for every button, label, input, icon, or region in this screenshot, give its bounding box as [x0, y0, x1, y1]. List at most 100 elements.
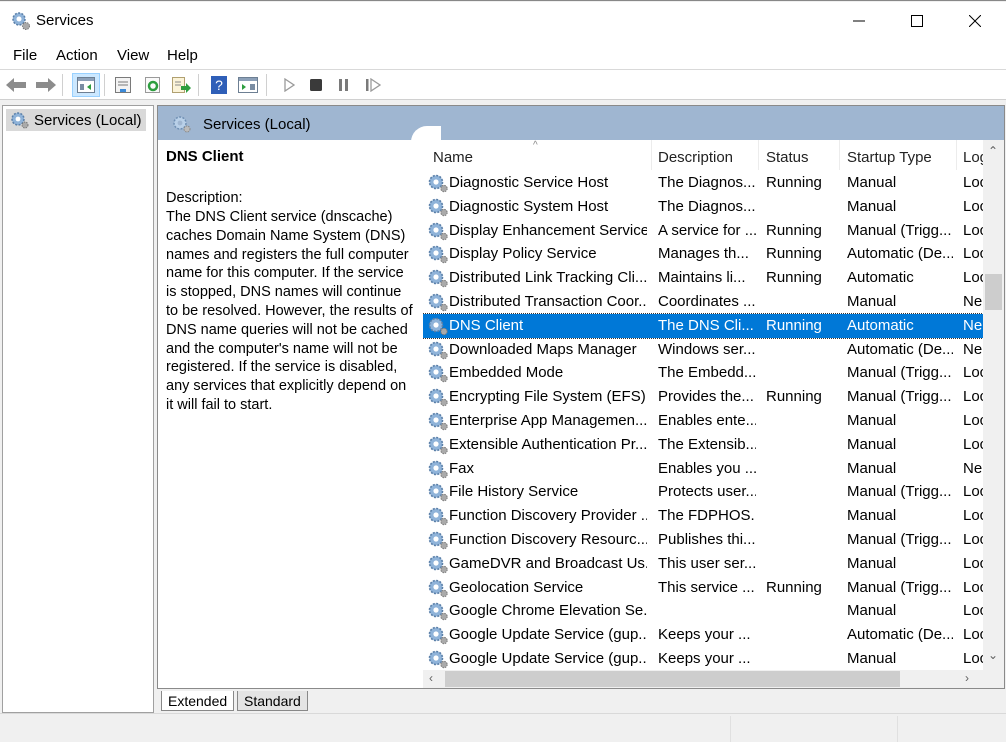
column-header-description[interactable]: Description	[658, 149, 733, 166]
service-row[interactable]: GameDVR and Broadcast Us... This user se…	[423, 552, 983, 576]
play-icon	[284, 78, 295, 92]
service-row[interactable]: Downloaded Maps Manager Windows ser... A…	[423, 338, 983, 362]
minimize-button[interactable]	[830, 2, 888, 40]
service-description: This user ser...	[658, 554, 756, 572]
service-row[interactable]: Fax Enables you ... Manual Ne	[423, 457, 983, 481]
column-divider[interactable]	[839, 140, 840, 170]
tab-standard[interactable]: Standard	[237, 691, 308, 711]
stop-service-button[interactable]	[304, 73, 328, 97]
menu-file[interactable]: File	[13, 47, 37, 64]
restart-icon	[366, 78, 381, 92]
help-button[interactable]: ?	[207, 73, 231, 97]
service-startup-type: Manual (Trigg...	[847, 578, 952, 596]
tab-extended[interactable]: Extended	[161, 691, 235, 711]
service-status: Running	[766, 221, 822, 239]
column-header-startup-type[interactable]: Startup Type	[847, 149, 932, 166]
service-description: Protects user...	[658, 483, 756, 501]
services-list: ^ Name Description Status Startup Type L…	[423, 140, 1004, 688]
service-log-on-as: Loc	[963, 245, 983, 263]
service-startup-type: Manual	[847, 602, 897, 620]
service-description: A service for ...	[658, 221, 756, 239]
scroll-down-icon[interactable]: ⌄	[988, 648, 998, 662]
service-startup-type: Automatic (De...	[847, 626, 953, 644]
restart-service-button[interactable]	[361, 73, 385, 97]
service-description: Keeps your ...	[658, 626, 751, 644]
service-startup-type: Manual (Trigg...	[847, 531, 952, 548]
service-row[interactable]: File History Service Protects user... Ma…	[423, 480, 983, 504]
start-service-button[interactable]	[277, 73, 301, 97]
back-button[interactable]	[5, 73, 29, 97]
service-row[interactable]: Enterprise App Managemen... Enables ente…	[423, 409, 983, 433]
service-row[interactable]: Google Update Service (gup... Keeps your…	[423, 623, 983, 647]
service-name: Enterprise App Managemen...	[449, 412, 647, 429]
menu-bar: File Action View Help	[0, 40, 1006, 70]
service-log-on-as: Loc	[963, 388, 983, 406]
forward-button[interactable]	[33, 73, 57, 97]
toolbar: ?	[0, 70, 1006, 100]
service-log-on-as: Loc	[963, 554, 983, 572]
service-row[interactable]: Diagnostic System Host The Diagnos... Ma…	[423, 195, 983, 219]
properties-button[interactable]	[111, 73, 135, 97]
vertical-scroll-thumb[interactable]	[985, 274, 1002, 310]
service-row[interactable]: Embedded Mode The Embedd... Manual (Trig…	[423, 361, 983, 385]
service-status: Running	[766, 578, 822, 596]
pause-service-button[interactable]	[332, 73, 356, 97]
service-log-on-as: Loc	[963, 507, 983, 525]
service-row[interactable]: Function Discovery Provider ... The FDPH…	[423, 504, 983, 528]
service-startup-type: Manual (Trigg...	[847, 388, 952, 406]
service-gear-icon	[427, 435, 449, 459]
content-header-title: Services (Local)	[203, 116, 311, 133]
service-row[interactable]: Distributed Link Tracking Cli... Maintai…	[423, 266, 983, 290]
service-row[interactable]: Encrypting File System (EFS) Provides th…	[423, 385, 983, 409]
service-row[interactable]: Function Discovery Resourc... Publishes …	[423, 528, 983, 552]
service-description: The Diagnos...	[658, 197, 756, 215]
vertical-scrollbar[interactable]: ⌃ ⌄	[983, 140, 1004, 670]
maximize-button[interactable]	[888, 2, 946, 40]
service-description: The FDPHOS...	[658, 507, 756, 525]
column-header-log-on-as[interactable]: Log	[963, 149, 983, 166]
show-hide-console-tree-button[interactable]	[72, 73, 100, 97]
column-header-name[interactable]: Name	[433, 149, 473, 166]
toolbar-separator	[266, 74, 267, 96]
horizontal-scrollbar[interactable]: ‹ ›	[423, 670, 1004, 688]
service-description: Manages th...	[658, 245, 749, 263]
tree-item-services-local[interactable]: Services (Local)	[6, 109, 146, 131]
content-header: Services (Local)	[158, 106, 1004, 140]
scroll-left-icon[interactable]: ‹	[429, 671, 433, 685]
menu-view[interactable]: View	[117, 47, 149, 64]
service-name: Distributed Transaction Coor...	[449, 293, 647, 310]
column-header-status[interactable]: Status	[766, 149, 809, 166]
horizontal-scroll-thumb[interactable]	[445, 671, 900, 687]
show-action-pane-button[interactable]	[236, 73, 260, 97]
minimize-icon	[853, 20, 865, 22]
service-row[interactable]: DNS Client The DNS Cli... Running Automa…	[423, 312, 984, 339]
menu-help[interactable]: Help	[167, 47, 198, 64]
service-name: Function Discovery Provider ...	[449, 507, 647, 525]
service-gear-icon	[427, 221, 449, 245]
service-startup-type: Manual	[847, 459, 897, 477]
service-row[interactable]: Google Update Service (gup... Keeps your…	[423, 647, 983, 671]
selected-service-title: DNS Client	[166, 148, 244, 165]
service-row[interactable]: Distributed Transaction Coor... Coordina…	[423, 290, 983, 314]
menu-action[interactable]: Action	[56, 47, 98, 64]
scroll-up-icon[interactable]: ⌃	[988, 144, 998, 158]
sort-ascending-icon: ^	[533, 140, 538, 151]
export-list-button[interactable]	[169, 73, 193, 97]
console-tree: Services (Local)	[2, 105, 154, 713]
column-divider[interactable]	[758, 140, 759, 170]
service-row[interactable]: Diagnostic Service Host The Diagnos... R…	[423, 171, 983, 195]
service-row[interactable]: Display Policy Service Manages th... Run…	[423, 242, 983, 266]
service-row[interactable]: Display Enhancement Service A service fo…	[423, 219, 983, 243]
column-divider[interactable]	[651, 140, 652, 170]
service-description: Coordinates ...	[658, 293, 756, 310]
service-row[interactable]: Geolocation Service This service ... Run…	[423, 576, 983, 600]
refresh-button[interactable]	[141, 73, 165, 97]
close-button[interactable]	[946, 2, 1004, 40]
column-divider[interactable]	[956, 140, 957, 170]
service-startup-type: Manual	[847, 293, 897, 310]
service-row[interactable]: Extensible Authentication Pr... The Exte…	[423, 433, 983, 457]
service-name: DNS Client	[449, 316, 524, 334]
service-row[interactable]: Google Chrome Elevation Se... Manual Loc	[423, 599, 983, 623]
scroll-right-icon[interactable]: ›	[965, 671, 969, 685]
service-description: Enables ente...	[658, 412, 756, 429]
